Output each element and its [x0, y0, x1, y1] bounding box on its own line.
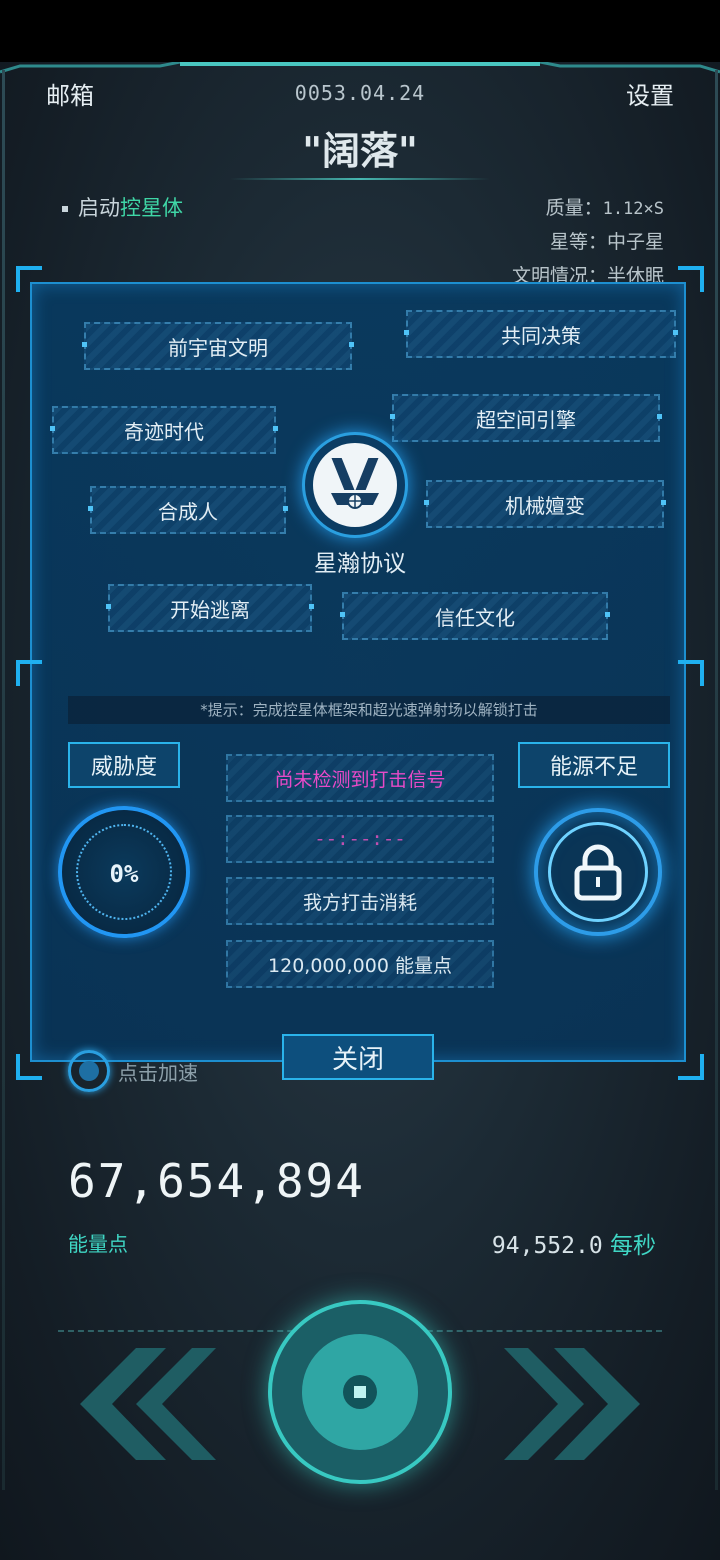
close-button[interactable]: 关闭 [282, 1034, 434, 1080]
lock-ring [548, 822, 648, 922]
cost-value: 120,000,000 能量点 [226, 940, 494, 988]
lock-icon [574, 844, 622, 901]
tech-node[interactable]: 前宇宙文明 [82, 322, 354, 370]
tech-node[interactable]: 合成人 [88, 486, 288, 534]
panel-corner [16, 266, 42, 292]
rate-value: 94,552.0 [491, 1233, 603, 1259]
tech-node[interactable]: 机械嬗变 [424, 480, 666, 528]
speedup-label: 点击加速 [118, 1060, 198, 1085]
mass-value: 1.12×S [602, 199, 664, 219]
speedup-button[interactable]: 点击加速 [68, 1050, 198, 1092]
next-chevron-icon[interactable] [504, 1348, 654, 1460]
rate-unit: 每秒 [610, 1233, 656, 1259]
tech-node[interactable]: 超空间引擎 [390, 394, 662, 442]
emblem-label: 星瀚协议 [314, 551, 406, 577]
launch-highlight: 控星体 [120, 196, 183, 220]
strike-countdown: --:--:-- [226, 815, 494, 863]
speedup-icon [68, 1050, 110, 1092]
right-frame [715, 70, 718, 1490]
panel-corner [678, 660, 704, 686]
threat-label: 威胁度 [68, 742, 180, 788]
star-name: "阔落" [302, 129, 418, 173]
title-divider [230, 178, 490, 180]
grade-info: 星等：中子星 [549, 231, 664, 253]
tech-node[interactable]: 信任文化 [340, 592, 610, 640]
bullet-icon [62, 206, 68, 212]
threat-value: 0% [109, 860, 139, 888]
top-frame-decoration [0, 62, 720, 74]
emblem-inner [313, 443, 397, 527]
threat-gauge: 0% [58, 806, 190, 938]
tech-node[interactable]: 共同决策 [404, 310, 678, 358]
prev-chevron-icon[interactable] [66, 1348, 216, 1460]
tech-node[interactable]: 开始逃离 [106, 584, 314, 632]
panel-corner [16, 1054, 42, 1080]
strike-signal-status: 尚未检测到打击信号 [226, 754, 494, 802]
game-date: 0053.04.24 [294, 81, 426, 105]
strike-lock-button[interactable] [534, 808, 662, 936]
main-button-ring [302, 1334, 418, 1450]
protocol-emblem[interactable] [302, 432, 408, 538]
game-screen: 邮箱 0053.04.24 设置 "阔落" 启动控星体 质量：1.12×S 星等… [0, 0, 720, 1560]
energy-label: 能量点 [68, 1232, 128, 1256]
wings-globe-icon [331, 458, 379, 509]
energy-total: 67,654,894 [68, 1154, 365, 1208]
launch-control-link[interactable]: 启动控星体 [62, 192, 183, 222]
mass-label: 质量： [545, 197, 603, 219]
launch-prefix: 启动 [78, 196, 120, 220]
tech-node[interactable]: 奇迹时代 [50, 406, 278, 454]
unlock-hint: *提示：完成控星体框架和超光速弹射场以解锁打击 [68, 696, 670, 724]
energy-status-badge: 能源不足 [518, 742, 670, 788]
energy-rate: 94,552.0 每秒 [492, 1226, 656, 1260]
left-frame [2, 70, 5, 1490]
panel-corner [678, 1054, 704, 1080]
main-button-core [343, 1375, 377, 1409]
mass-info: 质量：1.12×S [546, 193, 664, 220]
panel-corner [678, 266, 704, 292]
status-bar [0, 0, 720, 62]
settings-button[interactable]: 设置 [626, 76, 674, 111]
cost-label: 我方打击消耗 [226, 877, 494, 925]
main-action-button[interactable] [268, 1300, 452, 1484]
panel-corner [16, 660, 42, 686]
